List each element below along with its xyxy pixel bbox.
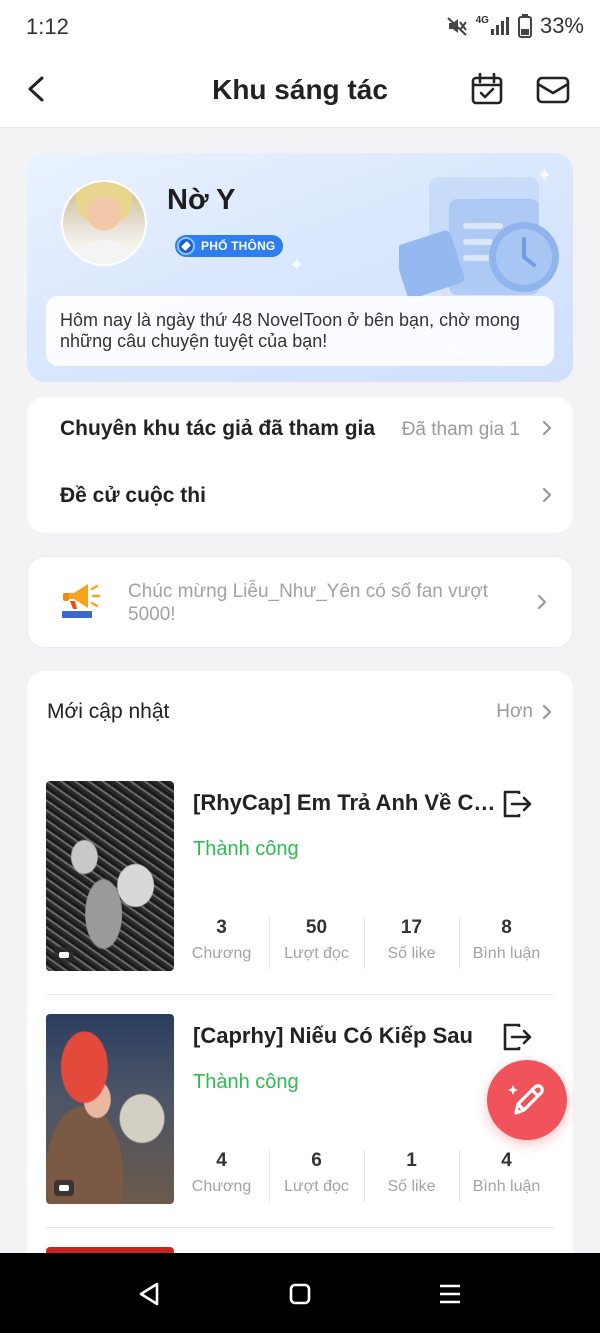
story-cover[interactable] [46,1014,174,1204]
profile-card: ✦ ✦ ✦ Nờ Y PHỔ THÔNG Hôm nay là ngày thứ… [27,153,573,382]
stat-label: Chương [191,1178,252,1195]
status-icons: 4G 33% [446,13,584,39]
stat-value: 4 [501,1150,512,1171]
stat-label: Lượt đọc [284,1178,349,1195]
chat-story-icon [54,947,74,963]
sparkle-decoration: ✦ [537,165,553,185]
recent-updates-section: Mới cập nhật Hơn [RhyCap] Em Trả Anh Về … [27,671,573,1291]
story-title: [RhyCap] Em Trả Anh Về Chốn Cũ [193,790,503,815]
user-name: Nờ Y [167,184,236,216]
app-header: Khu sáng tác [0,56,600,128]
stat-value: 4 [216,1150,227,1171]
menu-item-label: Chuyên khu tác giả đã tham gia [60,417,376,440]
story-cover[interactable] [46,781,174,971]
stat-value: 1 [406,1150,417,1171]
story-status: Thành công [193,838,299,860]
mail-icon [536,76,570,104]
more-label: Hơn [496,701,533,722]
story-title: [Caprhy] Niếu Có Kiếp Sau [193,1023,473,1048]
stat-label: Bình luận [472,945,541,962]
calendar-button[interactable] [470,72,504,106]
network-label: 4G [475,15,489,26]
story-stats: 3 Chương 50 Lượt đọc 17 Số like 8 Bình luận [174,915,554,971]
divider [46,1227,554,1228]
mail-button[interactable] [536,74,570,106]
nav-home-icon[interactable] [289,1283,311,1305]
chat-story-icon [54,1180,74,1196]
menu-item-contest-nomination[interactable]: Đề cử cuộc thi [27,464,573,528]
stat-value: 50 [305,917,328,938]
diamond-icon [177,237,195,255]
stat-reads: 50 Lượt đọc [269,915,364,971]
write-story-button[interactable] [487,1060,567,1140]
pencil-icon [508,1084,544,1115]
sparkle-decoration: ✦ [289,255,305,275]
stat-chapters: 4 Chương [174,1148,269,1204]
stat-chapters: 3 Chương [174,915,269,971]
stat-label: Số like [387,945,436,962]
menu-item-joined-zones[interactable]: Chuyên khu tác giả đã tham gia Đã tham g… [27,397,573,461]
stat-value: 3 [216,917,227,938]
story-status: Thành công [193,1071,299,1093]
menu-item-value: Đã tham gia 1 [401,419,520,440]
stat-label: Lượt đọc [284,945,349,962]
stat-value: 8 [501,917,512,938]
more-link[interactable]: Hơn [496,701,553,723]
exit-icon[interactable] [501,1022,533,1052]
greeting-message: Hôm nay là ngày thứ 48 NovelToon ở bên b… [46,296,554,366]
stat-label: Số like [387,1178,436,1195]
avatar[interactable] [61,180,147,266]
level-badge: PHỔ THÔNG [175,235,284,257]
calendar-check-icon [471,72,503,105]
exit-icon[interactable] [501,789,533,819]
stat-label: Bình luận [472,1178,541,1195]
stat-value: 17 [400,917,423,938]
author-menu-card: Chuyên khu tác giả đã tham gia Đã tham g… [27,397,573,533]
menu-item-label: Đề cử cuộc thi [60,484,206,507]
divider [46,994,554,995]
chevron-right-icon [537,594,547,610]
status-time: 1:12 [26,14,69,39]
stat-likes: 17 Số like [364,915,459,971]
story-item[interactable]: [RhyCap] Em Trả Anh Về Chốn Cũ Thành côn… [27,781,573,995]
story-item[interactable]: [Caprhy] Niếu Có Kiếp Sau Thành công 4 Ch… [27,1014,573,1228]
battery-icon [517,14,532,38]
announcement-banner[interactable]: Chúc mừng Liễu_Như_Yên có số fan vượt 50… [27,556,573,648]
nav-menu-icon[interactable] [439,1284,461,1304]
stat-reads: 6 Lượt đọc [269,1148,364,1204]
announcement-text: Chúc mừng Liễu_Như_Yên có số fan vượt 50… [128,581,489,625]
stat-value: 6 [311,1150,322,1171]
nav-back-icon[interactable] [136,1281,162,1307]
signal-icon: 4G [476,16,510,36]
battery-percent: 33% [539,13,584,38]
stat-likes: 1 Số like [364,1148,459,1204]
schedule-illustration [399,177,559,299]
megaphone-icon [62,584,101,618]
level-label: PHỔ THÔNG [201,239,276,253]
stat-comments: 8 Bình luận [459,915,554,971]
stat-label: Chương [191,945,252,962]
stat-comments: 4 Bình luận [459,1148,554,1204]
chevron-right-icon [542,420,552,436]
chevron-right-icon [542,704,552,720]
system-nav-bar [0,1253,600,1333]
status-bar: 1:12 4G 33% [0,0,600,56]
page-title: Khu sáng tác [212,74,388,105]
chevron-right-icon [542,487,552,503]
mute-icon [446,15,468,37]
story-stats: 4 Chương 6 Lượt đọc 1 Số like 4 Bình luận [174,1148,554,1204]
section-title: Mới cập nhật [47,700,170,723]
